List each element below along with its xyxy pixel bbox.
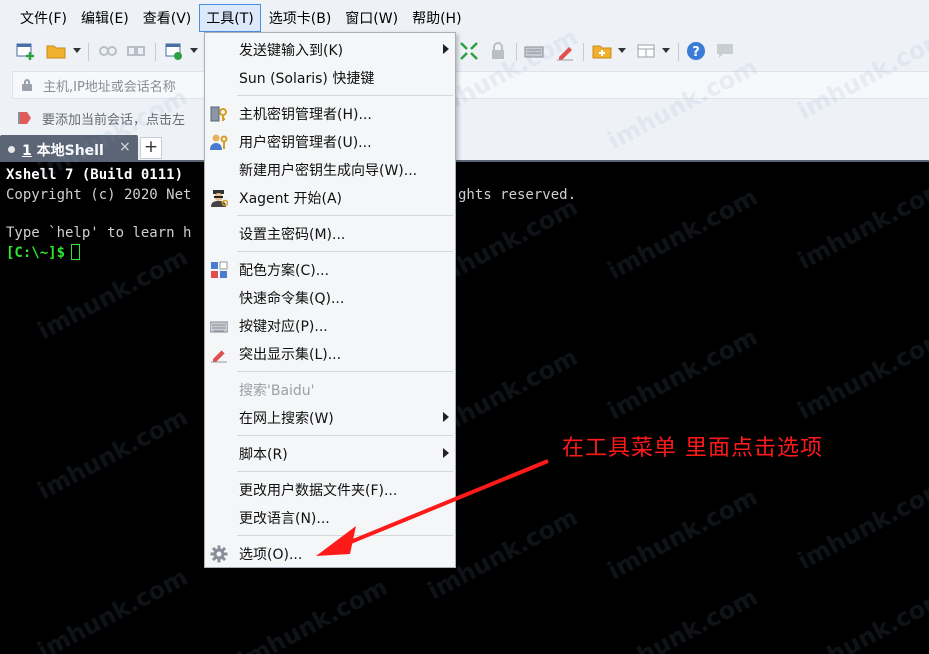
menu-item-sun-shortcuts[interactable]: Sun (Solaris) 快捷键	[205, 64, 455, 90]
terminal-line: Xshell 7 (Build 0111)	[6, 167, 184, 183]
user-key-icon	[210, 133, 228, 151]
terminal-line: Copyright (c) 2020 Net	[6, 187, 192, 203]
terminal-line-tail: ghts reserved.	[458, 187, 577, 203]
menu-item-new-user-key-wizard[interactable]: 新建用户密钥生成向导(W)...	[205, 156, 455, 182]
menu-item-quick-commands[interactable]: 快速命令集(Q)...	[205, 284, 455, 310]
submenu-arrow-icon	[443, 448, 449, 458]
toolbar-separator	[88, 43, 89, 61]
menu-item-send-key-input[interactable]: 发送键输入到(K)	[205, 36, 455, 62]
menu-separator	[237, 251, 453, 252]
menu-help[interactable]: 帮助(H)	[406, 5, 467, 31]
menu-item-search-baidu: 搜索'Baidu'	[239, 383, 315, 399]
xagent-icon	[210, 189, 229, 207]
toolbar: ?	[0, 36, 929, 66]
add-tab-button[interactable]: +	[140, 137, 162, 159]
menu-item-key-mapping[interactable]: 按键对应(P)...	[205, 312, 455, 338]
help-icon[interactable]: ?	[686, 41, 706, 61]
tab-close-icon[interactable]: ×	[119, 139, 131, 155]
tools-menu: 发送键输入到(K) Sun (Solaris) 快捷键 主机密钥管理者(H)..…	[204, 32, 456, 568]
toolbar-separator	[678, 43, 679, 61]
menu-item-change-user-data-folder[interactable]: 更改用户数据文件夹(F)...	[205, 476, 455, 502]
menu-separator	[237, 371, 453, 372]
menu-item-options[interactable]: 选项(O)...	[205, 540, 455, 566]
menu-separator	[237, 535, 453, 536]
session-hint-text: 要添加当前会话，点击左	[42, 113, 186, 128]
color-scheme-icon	[210, 261, 228, 279]
menu-item-user-key-manager[interactable]: 用户密钥管理者(U)...	[205, 128, 455, 154]
toolbar-separator	[155, 43, 156, 61]
keyboard-icon[interactable]	[524, 41, 544, 61]
open-folder-icon[interactable]	[46, 41, 66, 61]
svg-text:?: ?	[692, 45, 700, 60]
tab-bar: 1 本地Shell × +	[0, 132, 929, 162]
menu-separator	[237, 95, 453, 96]
terminal-area[interactable]: Xshell 7 (Build 0111) Copyright (c) 2020…	[0, 162, 929, 654]
menu-window[interactable]: 窗口(W)	[339, 5, 404, 31]
host-key-icon	[210, 105, 228, 123]
address-input[interactable]: 主机,IP地址或会话名称	[12, 71, 929, 99]
open-dropdown-icon[interactable]	[73, 48, 81, 53]
menu-item-script[interactable]: 脚本(R)	[205, 440, 455, 466]
toolbar-separator	[583, 43, 584, 61]
menu-item-host-key-manager[interactable]: 主机密钥管理者(H)...	[205, 100, 455, 126]
terminal-prompt: [C:\~]$	[6, 244, 81, 261]
properties-dropdown-icon[interactable]	[190, 48, 198, 53]
address-placeholder: 主机,IP地址或会话名称	[43, 80, 176, 95]
terminal-cursor	[71, 244, 81, 260]
layout-icon[interactable]	[636, 41, 656, 61]
highlight-pen-icon	[210, 345, 228, 363]
menu-file[interactable]: 文件(F)	[14, 5, 73, 31]
menu-item-xagent-start[interactable]: Xagent 开始(A)	[205, 184, 455, 210]
menu-edit[interactable]: 编辑(E)	[75, 5, 135, 31]
menu-item-highlight-sets[interactable]: 突出显示集(L)...	[205, 340, 455, 366]
tab-status-dot	[8, 146, 15, 153]
fullscreen-icon[interactable]	[459, 41, 479, 61]
menu-tools[interactable]: 工具(T)	[199, 4, 261, 32]
tab-local-shell[interactable]: 1 本地Shell ×	[0, 135, 138, 162]
menu-separator	[237, 471, 453, 472]
add-folder-icon[interactable]	[592, 41, 612, 61]
gear-icon	[210, 545, 228, 563]
lock-icon	[22, 79, 32, 91]
unlink-icon[interactable]	[126, 41, 146, 61]
annotation-text: 在工具菜单 里面点击选项	[562, 436, 823, 461]
terminal-line: Type `help' to learn h	[6, 225, 192, 241]
toolbar-separator	[516, 43, 517, 61]
menu-tab[interactable]: 选项卡(B)	[263, 5, 338, 31]
properties-icon[interactable]	[164, 41, 184, 61]
session-hint-bar: 要添加当前会话，点击左	[0, 104, 929, 132]
submenu-arrow-icon	[443, 412, 449, 422]
menu-item-color-scheme[interactable]: 配色方案(C)...	[205, 256, 455, 282]
menu-item-web-search[interactable]: 在网上搜索(W)	[205, 404, 455, 430]
menu-item-change-language[interactable]: 更改语言(N)...	[205, 504, 455, 530]
menu-view[interactable]: 查看(V)	[137, 5, 198, 31]
menu-separator	[237, 435, 453, 436]
add-folder-dropdown-icon[interactable]	[618, 48, 626, 53]
bookmark-icon[interactable]	[18, 111, 32, 124]
menu-separator	[237, 215, 453, 216]
highlight-pen-icon[interactable]	[555, 41, 575, 61]
chat-icon[interactable]	[715, 41, 735, 61]
tab-label: 1 本地Shell	[22, 143, 104, 159]
submenu-arrow-icon	[443, 44, 449, 54]
link-icon[interactable]	[98, 41, 118, 61]
new-session-icon[interactable]	[15, 41, 35, 61]
address-bar: 主机,IP地址或会话名称	[0, 66, 929, 104]
keyboard-icon	[209, 317, 229, 335]
menu-item-set-master-password[interactable]: 设置主密码(M)...	[205, 220, 455, 246]
layout-dropdown-icon[interactable]	[662, 48, 670, 53]
menu-bar: 文件(F) 编辑(E) 查看(V) 工具(T) 选项卡(B) 窗口(W) 帮助(…	[0, 0, 929, 36]
lock-icon[interactable]	[488, 41, 508, 61]
